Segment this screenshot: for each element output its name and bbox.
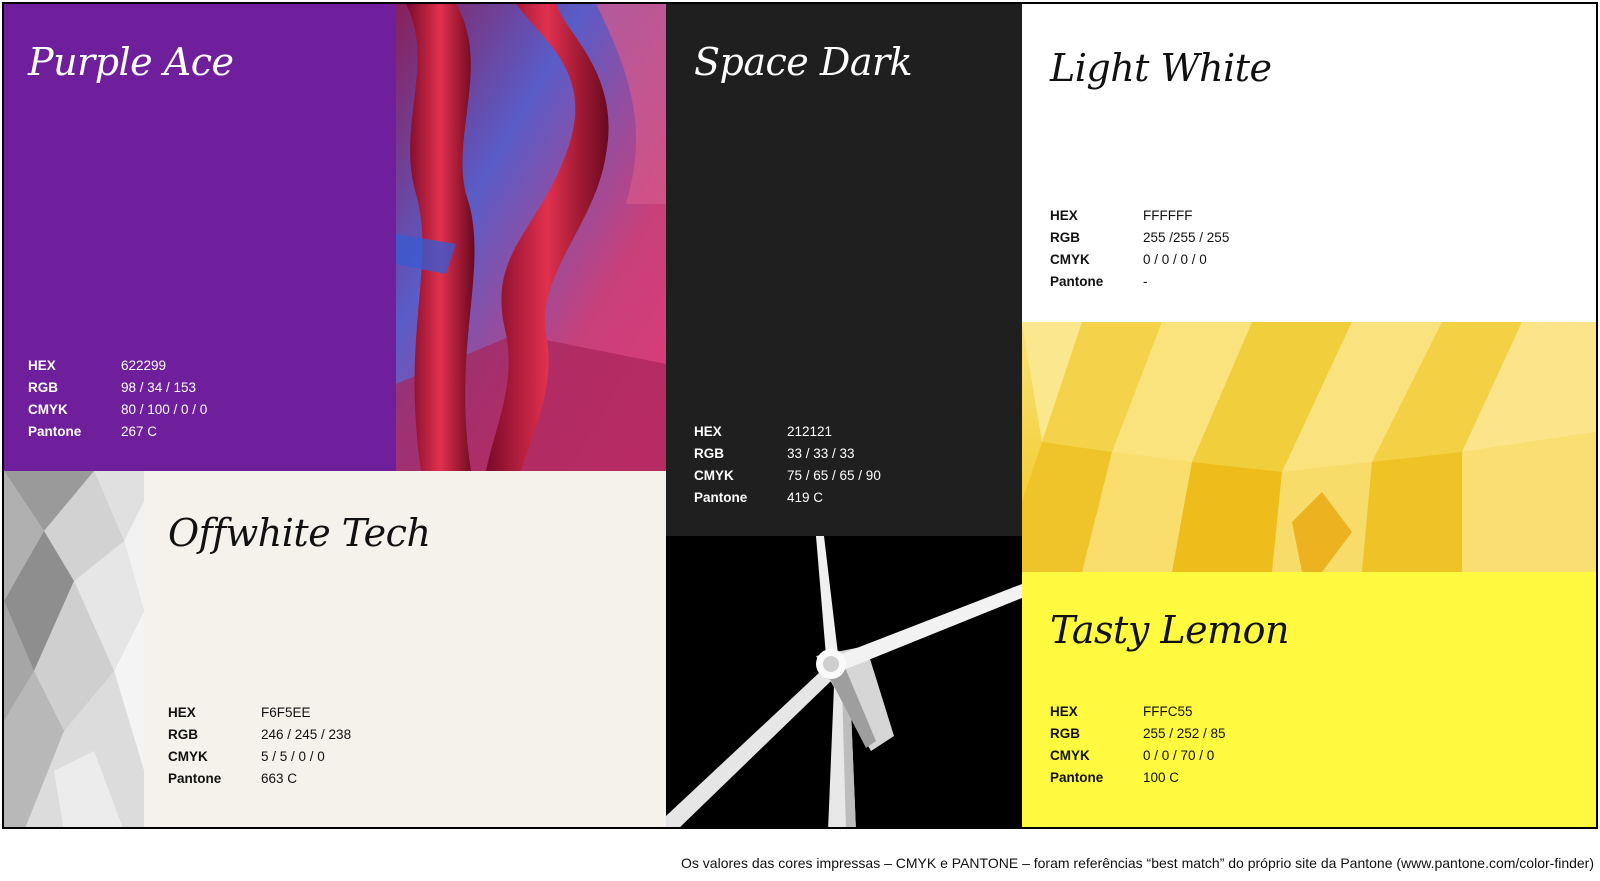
spec-value-cmyk: 80 / 100 / 0 / 0 [121,402,208,417]
swatch-specs: HEX FFFC55 RGB 255 / 252 / 85 CMYK 0 / 0 / … [1050,701,1226,789]
spec-label-cmyk: CMYK [1050,748,1090,763]
swatch-title: Space Dark [694,40,913,84]
spec-value-rgb: 246 / 245 / 238 [261,727,352,742]
spec-value-hex: F6F5EE [261,705,311,720]
spec-label-hex: HEX [1050,208,1078,223]
spec-label-hex: HEX [168,705,196,720]
spec-value-pantone: 419 C [787,490,824,505]
spec-label-cmyk: CMYK [28,402,68,417]
spec-value-rgb: 98 / 34 / 153 [121,380,197,395]
swatch-purple-ace: Purple Ace HEX 622299 RGB 98 / 34 / 153 CM… [4,4,396,471]
swatch-specs: HEX 212121 RGB 33 / 33 / 33 CMYK 75 / 65 / … [694,421,881,509]
spec-label-rgb: RGB [694,446,724,461]
spec-label-hex: HEX [1050,704,1078,719]
spec-label-pantone: Pantone [168,771,222,786]
gray-polygon-photo [4,471,144,827]
spec-value-hex: FFFC55 [1143,704,1193,719]
footnote-text: Os valores das cores impressas – CMYK e … [681,855,1594,871]
swatch-light-white: Light White HEX FFFFFF RGB 255 /255 / 255 … [1022,4,1596,322]
spec-value-rgb: 33 / 33 / 33 [787,446,855,461]
swatch-specs: HEX 622299 RGB 98 / 34 / 153 CMYK 80 / 100 … [28,355,207,443]
spec-label-pantone: Pantone [1050,770,1104,785]
spec-value-hex: 212121 [787,424,833,439]
spec-value-hex: FFFFFF [1143,208,1193,223]
spec-value-pantone: 100 C [1143,770,1180,785]
swatch-tasty-lemon: Tasty Lemon HEX FFFC55 RGB 255 / 252 / 85 … [1022,572,1596,827]
swatch-title: Offwhite Tech [168,511,431,555]
spec-label-cmyk: CMYK [1050,252,1090,267]
spec-label-pantone: Pantone [28,424,82,439]
swatch-offwhite-tech: Offwhite Tech HEX F6F5EE RGB 246 / 245 / 2… [144,471,666,827]
swatch-specs: HEX F6F5EE RGB 246 / 245 / 238 CMYK 5 / 5 /… [168,702,351,790]
abstract-red-blue-photo [396,4,666,471]
spec-value-pantone: - [1143,274,1148,289]
spec-label-rgb: RGB [1050,230,1080,245]
spec-label-rgb: RGB [28,380,58,395]
spec-label-pantone: Pantone [694,490,748,505]
swatch-title: Purple Ace [28,40,234,84]
spec-value-cmyk: 5 / 5 / 0 / 0 [261,749,325,764]
color-palette-board: Purple Ace HEX 622299 RGB 98 / 34 / 153 CM… [2,2,1598,829]
spec-label-pantone: Pantone [1050,274,1104,289]
spec-value-pantone: 267 C [121,424,158,439]
swatch-title: Tasty Lemon [1050,608,1289,652]
spec-value-cmyk: 75 / 65 / 65 / 90 [787,468,881,483]
wind-turbine-photo [666,536,1022,827]
spec-label-rgb: RGB [168,727,198,742]
yellow-paper-folds-photo [1022,322,1596,572]
spec-value-rgb: 255 / 252 / 85 [1143,726,1226,741]
spec-label-rgb: RGB [1050,726,1080,741]
swatch-title: Light White [1050,46,1272,90]
swatch-space-dark: Space Dark HEX 212121 RGB 33 / 33 / 33 CMY… [666,4,1022,536]
swatch-specs: HEX FFFFFF RGB 255 /255 / 255 CMYK 0 / 0 / … [1050,205,1229,293]
spec-value-hex: 622299 [121,358,167,373]
spec-label-hex: HEX [694,424,722,439]
spec-value-pantone: 663 C [261,771,298,786]
spec-value-rgb: 255 /255 / 255 [1143,230,1230,245]
spec-label-cmyk: CMYK [694,468,734,483]
spec-value-cmyk: 0 / 0 / 70 / 0 [1143,748,1215,763]
spec-label-hex: HEX [28,358,56,373]
spec-label-cmyk: CMYK [168,749,208,764]
spec-value-cmyk: 0 / 0 / 0 / 0 [1143,252,1207,267]
